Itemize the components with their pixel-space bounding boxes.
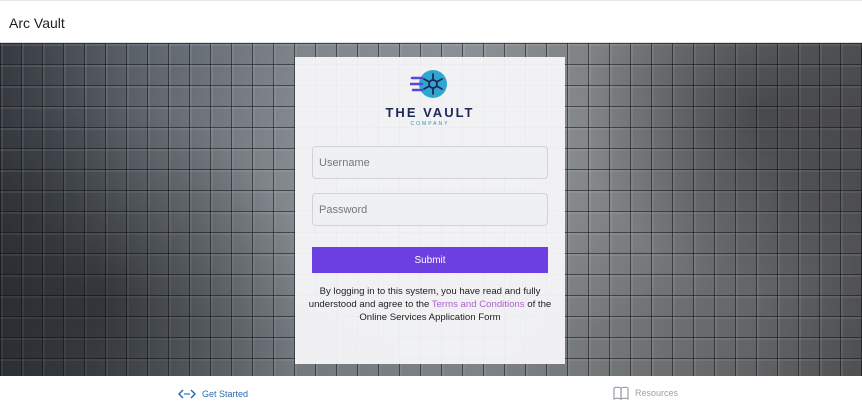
app-title: Arc Vault (9, 15, 65, 31)
username-input[interactable] (312, 146, 548, 179)
code-arrows-icon (178, 388, 196, 400)
submit-button[interactable]: Submit (312, 247, 548, 273)
terms-disclaimer: By logging in to this system, you have r… (307, 285, 553, 324)
hero-background: THE VAULT COMPANY Submit By logging in t… (0, 43, 862, 376)
vault-logo-icon (410, 70, 447, 98)
get-started-link[interactable]: Get Started (178, 388, 248, 400)
footer-bar: Get Started Resources (0, 376, 862, 409)
logo-name: THE VAULT (385, 105, 475, 120)
resources-link[interactable]: Resources (613, 386, 678, 400)
company-logo: THE VAULT COMPANY (295, 69, 565, 127)
get-started-label: Get Started (202, 389, 249, 399)
app-header: Arc Vault (0, 0, 862, 43)
password-input[interactable] (312, 193, 548, 226)
login-card: THE VAULT COMPANY Submit By logging in t… (295, 57, 565, 364)
terms-and-conditions-link[interactable]: Terms and Conditions (432, 299, 525, 310)
resources-label: Resources (635, 388, 679, 398)
book-icon (613, 386, 629, 400)
logo-subtitle: COMPANY (410, 121, 450, 127)
